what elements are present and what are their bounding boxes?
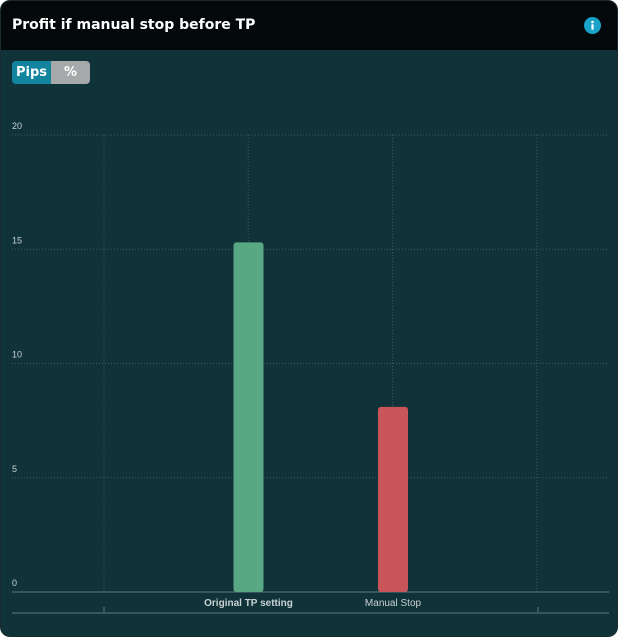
bar — [233, 242, 264, 592]
bar — [378, 406, 408, 592]
x-tick-label: Manual Stop — [365, 598, 422, 609]
chart-card: Profit if manual stop before TP Pips % 0… — [0, 0, 618, 637]
y-tick-label: 10 — [12, 350, 22, 360]
x-tick-label: Original TP setting — [204, 598, 293, 609]
y-tick-label: 0 — [12, 578, 17, 588]
y-tick-label: 20 — [12, 121, 22, 131]
y-tick-label: 15 — [12, 235, 22, 245]
y-tick-label: 5 — [12, 464, 17, 474]
bar-chart: 0 5 10 15 20 Original TP setting Manual Stop — [12, 121, 609, 614]
